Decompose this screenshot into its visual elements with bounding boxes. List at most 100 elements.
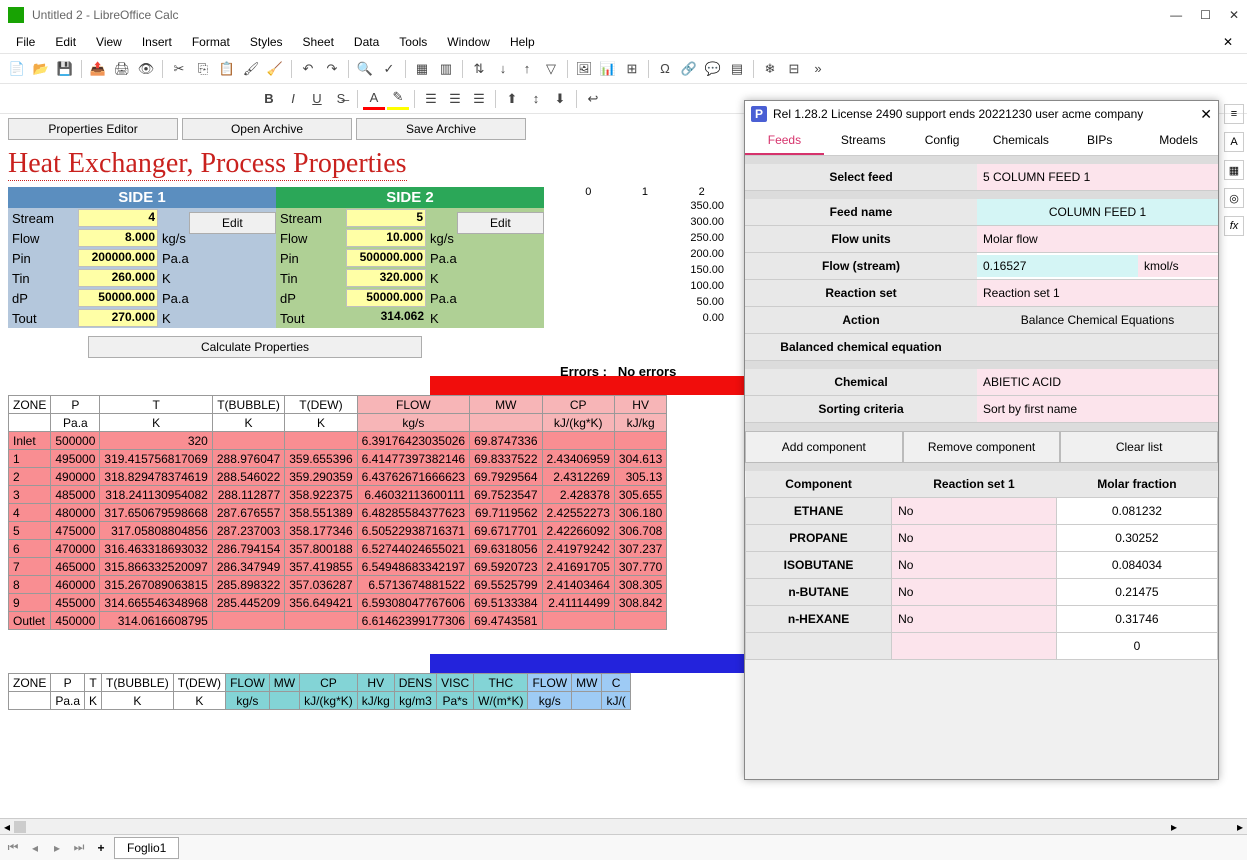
- properties-editor-button[interactable]: Properties Editor: [8, 118, 178, 140]
- header-icon[interactable]: ▤: [726, 58, 748, 80]
- action-button[interactable]: Balance Chemical Equations: [977, 307, 1218, 333]
- comp-reaction[interactable]: No: [892, 579, 1057, 606]
- minimize-icon[interactable]: —: [1170, 8, 1182, 22]
- cut-icon[interactable]: ✂: [168, 58, 190, 80]
- field-input[interactable]: 8.000: [78, 229, 158, 247]
- tab-prev-icon[interactable]: ◂: [26, 841, 44, 855]
- feed-name-input[interactable]: COLUMN FEED 1: [977, 199, 1218, 225]
- fontcolor-icon[interactable]: A: [363, 88, 385, 110]
- comp-reaction[interactable]: No: [892, 552, 1057, 579]
- sortdesc-icon[interactable]: ↑: [516, 58, 538, 80]
- undo-icon[interactable]: ↶: [297, 58, 319, 80]
- flow-stream-input[interactable]: 0.16527: [977, 255, 1138, 277]
- field-input[interactable]: 10.000: [346, 229, 426, 247]
- tab-add-icon[interactable]: +: [92, 841, 110, 855]
- panel-close-icon[interactable]: ✕: [1200, 106, 1212, 123]
- flow-units-input[interactable]: Molar flow: [977, 226, 1218, 252]
- field-input[interactable]: 270.000: [78, 309, 158, 327]
- sidebar-styles-icon[interactable]: A: [1224, 132, 1244, 152]
- sidebar-gallery-icon[interactable]: ▦: [1224, 160, 1244, 180]
- field-input[interactable]: 50000.000: [346, 289, 426, 307]
- tab-last-icon[interactable]: ⏭: [70, 840, 88, 855]
- tab-models[interactable]: Models: [1139, 127, 1218, 155]
- menu-help[interactable]: Help: [502, 33, 543, 51]
- component-table[interactable]: ComponentReaction set 1Molar fractionETH…: [745, 471, 1218, 660]
- chemical-input[interactable]: ABIETIC ACID: [977, 369, 1218, 395]
- col-icon[interactable]: ▥: [435, 58, 457, 80]
- export-icon[interactable]: 📤: [87, 58, 109, 80]
- menu-tools[interactable]: Tools: [391, 33, 435, 51]
- menu-sheet[interactable]: Sheet: [295, 33, 342, 51]
- paste-icon[interactable]: 📋: [216, 58, 238, 80]
- italic-icon[interactable]: I: [282, 88, 304, 110]
- close-doc-icon[interactable]: ✕: [1217, 33, 1239, 51]
- comp-reaction[interactable]: [892, 633, 1057, 660]
- brush-icon[interactable]: 🖌: [240, 58, 262, 80]
- highlight-icon[interactable]: ✎: [387, 88, 409, 110]
- sortasc-icon[interactable]: ↓: [492, 58, 514, 80]
- spell-icon[interactable]: ✓: [378, 58, 400, 80]
- tab-bips[interactable]: BIPs: [1060, 127, 1139, 155]
- field-input[interactable]: 260.000: [78, 269, 158, 287]
- alignc-icon[interactable]: ☰: [444, 88, 466, 110]
- side2-edit-button[interactable]: Edit: [457, 212, 544, 234]
- horizontal-scrollbar[interactable]: ◂▸▸: [0, 818, 1247, 834]
- field-input[interactable]: 320.000: [346, 269, 426, 287]
- alignm-icon[interactable]: ↕: [525, 88, 547, 110]
- copy-icon[interactable]: ⎘: [192, 58, 214, 80]
- select-feed-input[interactable]: 5 COLUMN FEED 1: [977, 164, 1218, 190]
- clear-icon[interactable]: 🧹: [264, 58, 286, 80]
- wrap-icon[interactable]: ↩: [582, 88, 604, 110]
- data-table-2[interactable]: ZONEPTT(BUBBLE)T(DEW)FLOWMWCPHVDENSVISCT…: [8, 673, 631, 710]
- close-icon[interactable]: ✕: [1229, 8, 1239, 22]
- reaction-set-input[interactable]: Reaction set 1: [977, 280, 1218, 306]
- comp-reaction[interactable]: No: [892, 498, 1057, 525]
- comp-fraction[interactable]: 0.084034: [1056, 552, 1217, 579]
- alignr-icon[interactable]: ☰: [468, 88, 490, 110]
- new-icon[interactable]: 📄: [6, 58, 28, 80]
- alignl-icon[interactable]: ☰: [420, 88, 442, 110]
- sidebar-navigator-icon[interactable]: ◎: [1224, 188, 1244, 208]
- tab-config[interactable]: Config: [903, 127, 982, 155]
- open-icon[interactable]: 📂: [30, 58, 52, 80]
- add-component-button[interactable]: Add component: [745, 431, 903, 463]
- comp-fraction[interactable]: 0.21475: [1056, 579, 1217, 606]
- menu-styles[interactable]: Styles: [242, 33, 291, 51]
- tab-first-icon[interactable]: ⏮: [4, 840, 22, 855]
- tab-next-icon[interactable]: ▸: [48, 841, 66, 855]
- more-icon[interactable]: »: [807, 58, 829, 80]
- tab-streams[interactable]: Streams: [824, 127, 903, 155]
- side1-edit-button[interactable]: Edit: [189, 212, 276, 234]
- row-icon[interactable]: ▦: [411, 58, 433, 80]
- print-icon[interactable]: 🖨: [111, 58, 133, 80]
- filter-icon[interactable]: ▽: [540, 58, 562, 80]
- tab-chemicals[interactable]: Chemicals: [981, 127, 1060, 155]
- data-table-1[interactable]: ZONEPTT(BUBBLE)T(DEW)FLOWMWCPHVPa.aKKKkg…: [8, 395, 667, 630]
- comp-fraction[interactable]: 0.081232: [1056, 498, 1217, 525]
- alignt-icon[interactable]: ⬆: [501, 88, 523, 110]
- sorting-input[interactable]: Sort by first name: [977, 396, 1218, 422]
- menu-file[interactable]: File: [8, 33, 43, 51]
- menu-data[interactable]: Data: [346, 33, 387, 51]
- underline-icon[interactable]: U: [306, 88, 328, 110]
- field-input[interactable]: 50000.000: [78, 289, 158, 307]
- menu-edit[interactable]: Edit: [47, 33, 84, 51]
- calculate-button[interactable]: Calculate Properties: [88, 336, 422, 358]
- bold-icon[interactable]: B: [258, 88, 280, 110]
- sidebar-properties-icon[interactable]: ≡: [1224, 104, 1244, 124]
- comp-reaction[interactable]: No: [892, 525, 1057, 552]
- open-archive-button[interactable]: Open Archive: [182, 118, 352, 140]
- field-input[interactable]: 200000.000: [78, 249, 158, 267]
- sidebar-functions-icon[interactable]: fx: [1224, 216, 1244, 236]
- strike-icon[interactable]: S̶: [330, 88, 352, 110]
- omega-icon[interactable]: Ω: [654, 58, 676, 80]
- save-icon[interactable]: 💾: [54, 58, 76, 80]
- clear-list-button[interactable]: Clear list: [1060, 431, 1218, 463]
- tab-feeds[interactable]: Feeds: [745, 127, 824, 155]
- field-input[interactable]: 5: [346, 209, 426, 227]
- comment-icon[interactable]: 💬: [702, 58, 724, 80]
- image-icon[interactable]: 🖼: [573, 58, 595, 80]
- alignb-icon[interactable]: ⬇: [549, 88, 571, 110]
- preview-icon[interactable]: 👁: [135, 58, 157, 80]
- menu-view[interactable]: View: [88, 33, 130, 51]
